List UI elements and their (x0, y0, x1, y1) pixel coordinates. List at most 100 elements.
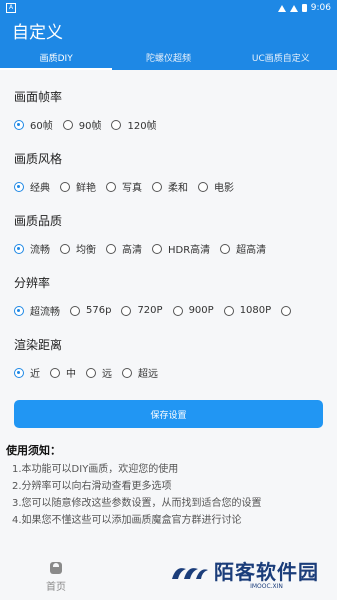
option-label: 1080P (239, 305, 272, 316)
radio-icon[interactable] (172, 305, 183, 316)
framerate-option-90[interactable]: 90帧 (62, 117, 101, 132)
nav-home-label: 首页 (46, 582, 66, 593)
tab-gyro[interactable]: 陀螺仪超频 (112, 44, 224, 70)
status-left: A (6, 3, 16, 13)
distance-option-mid[interactable]: 中 (50, 365, 76, 380)
radio-icon[interactable] (111, 119, 122, 130)
option-label: 近 (30, 369, 40, 380)
note-item: 3.您可以随意修改这些参数设置，从而找到适合您的设置 (12, 498, 262, 509)
radio-icon[interactable] (281, 305, 292, 316)
quality-title: 画质品质 (14, 214, 63, 228)
bottom-nav: 首页 陌客软件园 IMOOC.XIN (0, 552, 337, 600)
option-label: 鲜艳 (76, 183, 96, 194)
style-option-classic[interactable]: 经典 (14, 179, 50, 194)
radio-icon[interactable] (223, 305, 234, 316)
resolution-option-ultra-smooth[interactable]: 超流畅 (14, 303, 60, 318)
radio-icon[interactable] (14, 243, 24, 254)
option-label: 均衡 (76, 245, 96, 256)
radio-icon[interactable] (14, 119, 24, 130)
note-item: 4.如果您不懂这些可以添加画质魔盒官方群进行讨论 (12, 515, 242, 526)
watermark: 陌客软件园 IMOOC.XIN (166, 556, 319, 590)
watermark-text: 陌客软件园 (214, 560, 319, 584)
framerate-options: 60帧 90帧 120帧 (14, 117, 323, 132)
quality-option-balanced[interactable]: 均衡 (60, 241, 96, 256)
distance-title: 渲染距离 (14, 338, 63, 352)
radio-icon[interactable] (122, 367, 132, 378)
status-bar: A 9:06 (0, 0, 337, 16)
option-label: 60帧 (30, 121, 53, 132)
watermark-logo-icon (172, 568, 208, 579)
home-icon (50, 562, 62, 574)
tab-bar: 画质DIY 陀螺仪超频 UC画质自定义 (0, 44, 337, 70)
framerate-option-60[interactable]: 60帧 (14, 117, 53, 132)
option-label: 超远 (138, 369, 158, 380)
quality-option-uhd[interactable]: 超高清 (220, 241, 266, 256)
radio-icon[interactable] (60, 243, 70, 254)
radio-icon[interactable] (86, 367, 96, 378)
radio-icon[interactable] (14, 305, 24, 316)
tab-diy[interactable]: 画质DIY (0, 44, 112, 70)
resolution-option-900p[interactable]: 900P (172, 305, 214, 316)
radio-icon[interactable] (152, 243, 162, 254)
save-settings-button[interactable]: 保存设置 (14, 400, 323, 428)
radio-icon[interactable] (220, 243, 231, 254)
quality-option-hd[interactable]: 高清 (106, 241, 142, 256)
style-title: 画质风格 (14, 152, 63, 166)
option-label: 写真 (122, 183, 142, 194)
status-right: 9:06 (277, 3, 331, 13)
style-option-realistic[interactable]: 写真 (106, 179, 142, 194)
style-option-soft[interactable]: 柔和 (152, 179, 188, 194)
notification-icon: A (6, 3, 16, 13)
tab-indicator (0, 68, 112, 70)
resolution-option-more[interactable] (281, 305, 297, 316)
resolution-option-576p[interactable]: 576p (70, 305, 111, 316)
distance-option-ultra-far[interactable]: 超远 (122, 365, 158, 380)
style-option-vivid[interactable]: 鲜艳 (60, 179, 96, 194)
radio-icon[interactable] (60, 181, 70, 192)
nav-home[interactable]: 首页 (26, 562, 86, 593)
page-title: 自定义 (12, 22, 63, 43)
quality-option-smooth[interactable]: 流畅 (14, 241, 50, 256)
option-label: 流畅 (30, 245, 50, 256)
radio-icon[interactable] (106, 243, 116, 254)
framerate-option-120[interactable]: 120帧 (111, 117, 157, 132)
quality-options: 流畅 均衡 高清 HDR高清 超高清 (14, 241, 323, 256)
resolution-option-720p[interactable]: 720P (121, 305, 163, 316)
radio-icon[interactable] (14, 367, 24, 378)
quality-option-hdr[interactable]: HDR高清 (152, 241, 210, 256)
signal-icon (289, 4, 298, 12)
status-time: 9:06 (310, 3, 331, 13)
option-label: 超高清 (236, 245, 267, 256)
option-label: HDR高清 (168, 245, 211, 256)
style-option-movie[interactable]: 电影 (198, 179, 234, 194)
radio-icon[interactable] (62, 119, 73, 130)
radio-icon[interactable] (50, 367, 60, 378)
option-label: 经典 (30, 183, 50, 194)
option-label: 高清 (122, 245, 142, 256)
option-label: 720P (137, 305, 163, 316)
distance-options: 近 中 远 超远 (14, 365, 323, 380)
settings-content: 画面帧率 60帧 90帧 120帧 画质风格 经典 鲜艳 写真 柔和 电影 画质… (0, 88, 337, 428)
radio-icon[interactable] (14, 181, 24, 192)
usage-notes: 使用须知： 1.本功能可以DIY画质，欢迎您的使用 2.分辨率可以向右滑动查看更… (0, 442, 337, 529)
distance-option-far[interactable]: 远 (86, 365, 112, 380)
option-label: 576p (86, 305, 112, 316)
option-label: 900P (188, 305, 214, 316)
radio-icon[interactable] (106, 181, 116, 192)
resolution-options[interactable]: 超流畅 576p 720P 900P 1080P (14, 303, 323, 318)
option-label: 电影 (214, 183, 234, 194)
framerate-title: 画面帧率 (14, 90, 63, 104)
tab-uc[interactable]: UC画质自定义 (225, 44, 337, 70)
note-item: 2.分辨率可以向右滑动查看更多选项 (12, 481, 172, 492)
note-item: 1.本功能可以DIY画质，欢迎您的使用 (12, 464, 179, 475)
option-label: 中 (66, 369, 76, 380)
radio-icon[interactable] (198, 181, 208, 192)
radio-icon[interactable] (121, 305, 132, 316)
distance-option-near[interactable]: 近 (14, 365, 40, 380)
radio-icon[interactable] (70, 305, 80, 316)
resolution-option-1080p[interactable]: 1080P (223, 305, 272, 316)
option-label: 柔和 (168, 183, 188, 194)
option-label: 远 (102, 369, 112, 380)
notes-title: 使用须知： (6, 444, 61, 457)
radio-icon[interactable] (152, 181, 162, 192)
